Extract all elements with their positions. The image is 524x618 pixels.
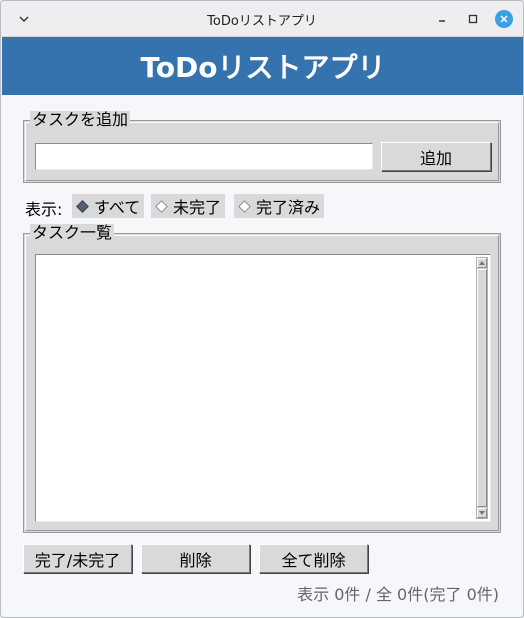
scroll-up-button[interactable] bbox=[477, 258, 487, 268]
minimize-icon bbox=[439, 20, 445, 22]
radio-indicator-icon bbox=[155, 199, 168, 213]
filter-radio-incomplete[interactable]: 未完了 bbox=[151, 194, 226, 218]
task-input[interactable] bbox=[35, 143, 373, 170]
filter-radio-label: 完了済み bbox=[256, 198, 321, 217]
task-listbox[interactable] bbox=[35, 254, 491, 522]
scroll-down-button[interactable] bbox=[477, 508, 487, 518]
add-task-group-label: タスクを追加 bbox=[30, 110, 131, 129]
title-bar: ToDoリストアプリ bbox=[1, 1, 523, 37]
close-button[interactable] bbox=[495, 10, 513, 28]
filter-label: 表示: bbox=[25, 200, 63, 219]
chevron-down-icon bbox=[19, 16, 29, 22]
delete-button[interactable]: 削除 bbox=[141, 544, 250, 573]
radio-indicator-icon bbox=[76, 199, 89, 213]
scroll-thumb[interactable] bbox=[477, 269, 487, 507]
status-text: 表示 0件 / 全 0件(完了 0件) bbox=[297, 585, 499, 604]
minimize-button[interactable] bbox=[433, 10, 451, 28]
task-list-group-label: タスク一覧 bbox=[30, 223, 115, 242]
add-button[interactable]: 追加 bbox=[381, 142, 491, 171]
arrow-up-icon bbox=[479, 261, 485, 265]
filter-radio-label: 未完了 bbox=[173, 198, 222, 217]
close-icon bbox=[495, 10, 513, 28]
maximize-button[interactable] bbox=[464, 10, 482, 28]
radio-indicator-icon bbox=[238, 199, 251, 213]
delete-all-button[interactable]: 全て削除 bbox=[259, 544, 368, 573]
arrow-down-icon bbox=[479, 511, 485, 515]
app-window: ToDoリストアプリ ToDoリストアプリ タスクを追加 追加 表示: すべて … bbox=[0, 0, 524, 618]
filter-radio-all[interactable]: すべて bbox=[72, 194, 145, 218]
window-menu-button[interactable] bbox=[15, 10, 33, 28]
task-list-scrollbar[interactable] bbox=[476, 257, 488, 519]
toggle-complete-button[interactable]: 完了/未完了 bbox=[23, 544, 132, 573]
filter-radio-completed[interactable]: 完了済み bbox=[234, 194, 325, 218]
maximize-icon bbox=[468, 14, 478, 24]
filter-radio-label: すべて bbox=[94, 198, 141, 217]
app-header: ToDoリストアプリ bbox=[2, 37, 523, 95]
